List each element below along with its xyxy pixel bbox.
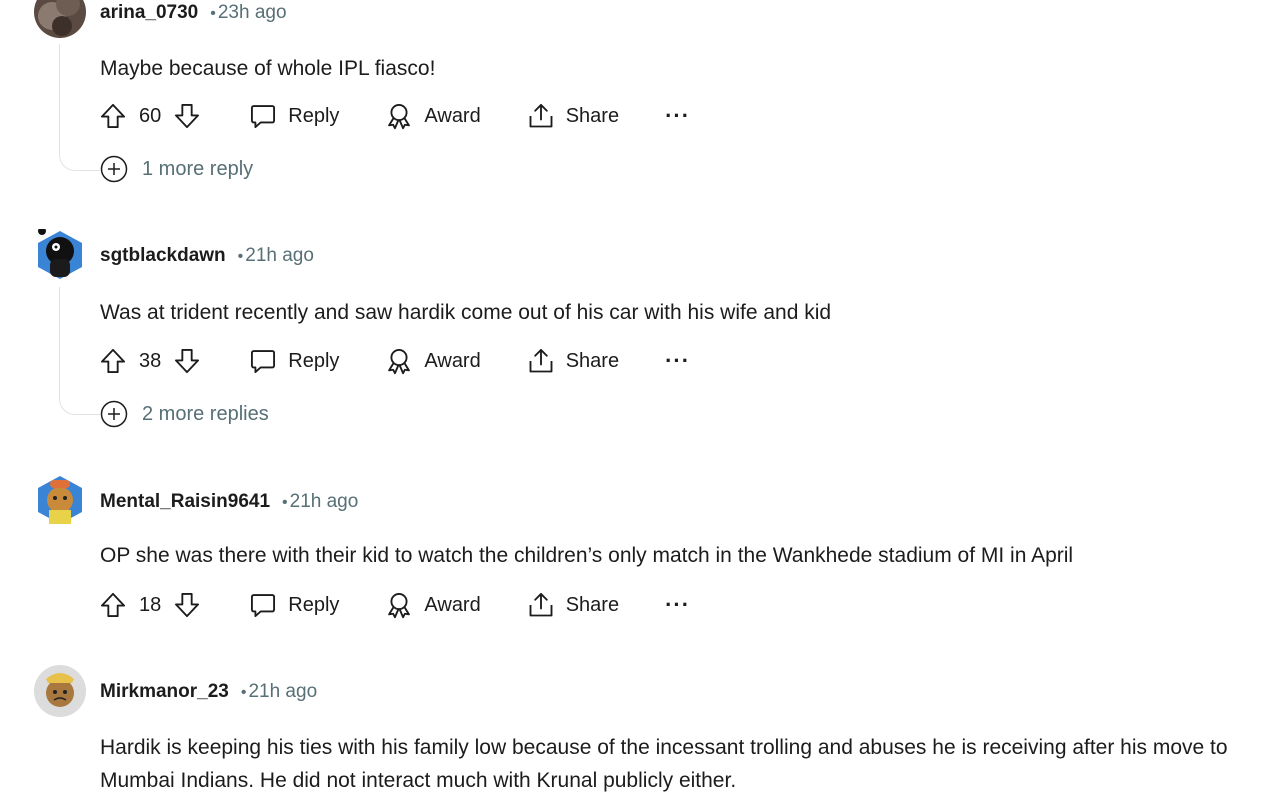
comment-body: Hardik is keeping his ties with his fami… — [100, 736, 1228, 792]
vote-count: 60 — [139, 104, 162, 127]
downvote-arrow-icon[interactable] — [173, 102, 201, 130]
share-upload-icon — [527, 347, 555, 375]
share-button[interactable]: Share — [527, 347, 619, 375]
share-upload-icon — [527, 591, 555, 619]
avatar[interactable] — [34, 229, 86, 281]
reply-label: Reply — [288, 593, 340, 616]
separator-dot: • — [282, 494, 288, 511]
separator-dot: • — [240, 684, 247, 701]
award-button[interactable]: Award — [385, 347, 481, 375]
more-replies-button[interactable]: 1 more reply — [100, 155, 253, 183]
comment-meta: Mental_Raisin9641 • 21h ago — [100, 491, 358, 513]
separator-dot: • — [210, 5, 216, 22]
timestamp[interactable]: 21h ago — [290, 491, 359, 512]
action-bar: 60 Reply Award Share ··· — [99, 98, 690, 134]
comment-meta: arina_0730 • 23h ago — [100, 2, 287, 24]
separator-dot: • — [237, 248, 244, 265]
username[interactable]: Mirkmanor_23 — [100, 681, 229, 702]
username[interactable]: Mental_Raisin9641 — [100, 491, 270, 512]
upvote-arrow-icon[interactable] — [99, 591, 127, 619]
avatar[interactable] — [34, 665, 86, 717]
comment-body: OP she was there with their kid to watch… — [100, 544, 1074, 567]
award-label: Award — [424, 104, 481, 127]
username[interactable]: sgtblackdawn — [100, 245, 226, 266]
comment-meta: Mirkmanor_23 • 21h ago — [100, 681, 317, 703]
username[interactable]: arina_0730 — [100, 2, 198, 23]
reply-button[interactable]: Reply — [249, 102, 339, 130]
ellipsis-icon[interactable]: ··· — [665, 105, 690, 127]
award-ribbon-icon — [385, 347, 413, 375]
timestamp[interactable]: 21h ago — [245, 245, 314, 266]
reply-label: Reply — [288, 104, 340, 127]
award-label: Award — [424, 349, 481, 372]
timestamp[interactable]: 21h ago — [248, 681, 317, 702]
upvote-arrow-icon[interactable] — [99, 347, 127, 375]
award-button[interactable]: Award — [385, 102, 481, 130]
downvote-arrow-icon[interactable] — [173, 591, 201, 619]
avatar[interactable] — [34, 0, 86, 38]
ellipsis-icon[interactable]: ··· — [665, 594, 690, 616]
share-label: Share — [565, 104, 620, 127]
award-label: Award — [424, 593, 481, 616]
more-replies-label: 2 more replies — [142, 402, 269, 425]
share-label: Share — [565, 349, 620, 372]
speech-bubble-icon — [249, 102, 277, 130]
thread-line — [59, 287, 100, 415]
reply-button[interactable]: Reply — [249, 347, 339, 375]
reply-button[interactable]: Reply — [249, 591, 339, 619]
timestamp[interactable]: 23h ago — [218, 2, 287, 23]
speech-bubble-icon — [249, 347, 277, 375]
ellipsis-icon[interactable]: ··· — [665, 350, 690, 372]
comment-meta: sgtblackdawn • 21h ago — [100, 245, 314, 267]
award-button[interactable]: Award — [385, 591, 481, 619]
thread-line — [59, 44, 100, 171]
share-upload-icon — [527, 102, 555, 130]
action-bar: 38 Reply Award Share ··· — [99, 343, 690, 379]
more-replies-label: 1 more reply — [142, 157, 254, 180]
plus-circle-icon — [100, 155, 128, 183]
upvote-arrow-icon[interactable] — [99, 102, 127, 130]
share-button[interactable]: Share — [527, 591, 619, 619]
vote-count: 18 — [139, 593, 162, 616]
speech-bubble-icon — [249, 591, 277, 619]
comment-body: Maybe because of whole IPL fiasco! — [100, 57, 436, 80]
avatar[interactable] — [34, 474, 86, 526]
action-bar: 18 Reply Award Share ··· — [99, 587, 690, 623]
award-ribbon-icon — [385, 102, 413, 130]
share-label: Share — [565, 593, 620, 616]
share-button[interactable]: Share — [527, 102, 619, 130]
plus-circle-icon — [100, 400, 128, 428]
comment-body: Was at trident recently and saw hardik c… — [100, 301, 832, 324]
downvote-arrow-icon[interactable] — [173, 347, 201, 375]
reply-label: Reply — [288, 349, 340, 372]
award-ribbon-icon — [385, 591, 413, 619]
vote-count: 38 — [139, 349, 162, 372]
more-replies-button[interactable]: 2 more replies — [100, 400, 269, 428]
